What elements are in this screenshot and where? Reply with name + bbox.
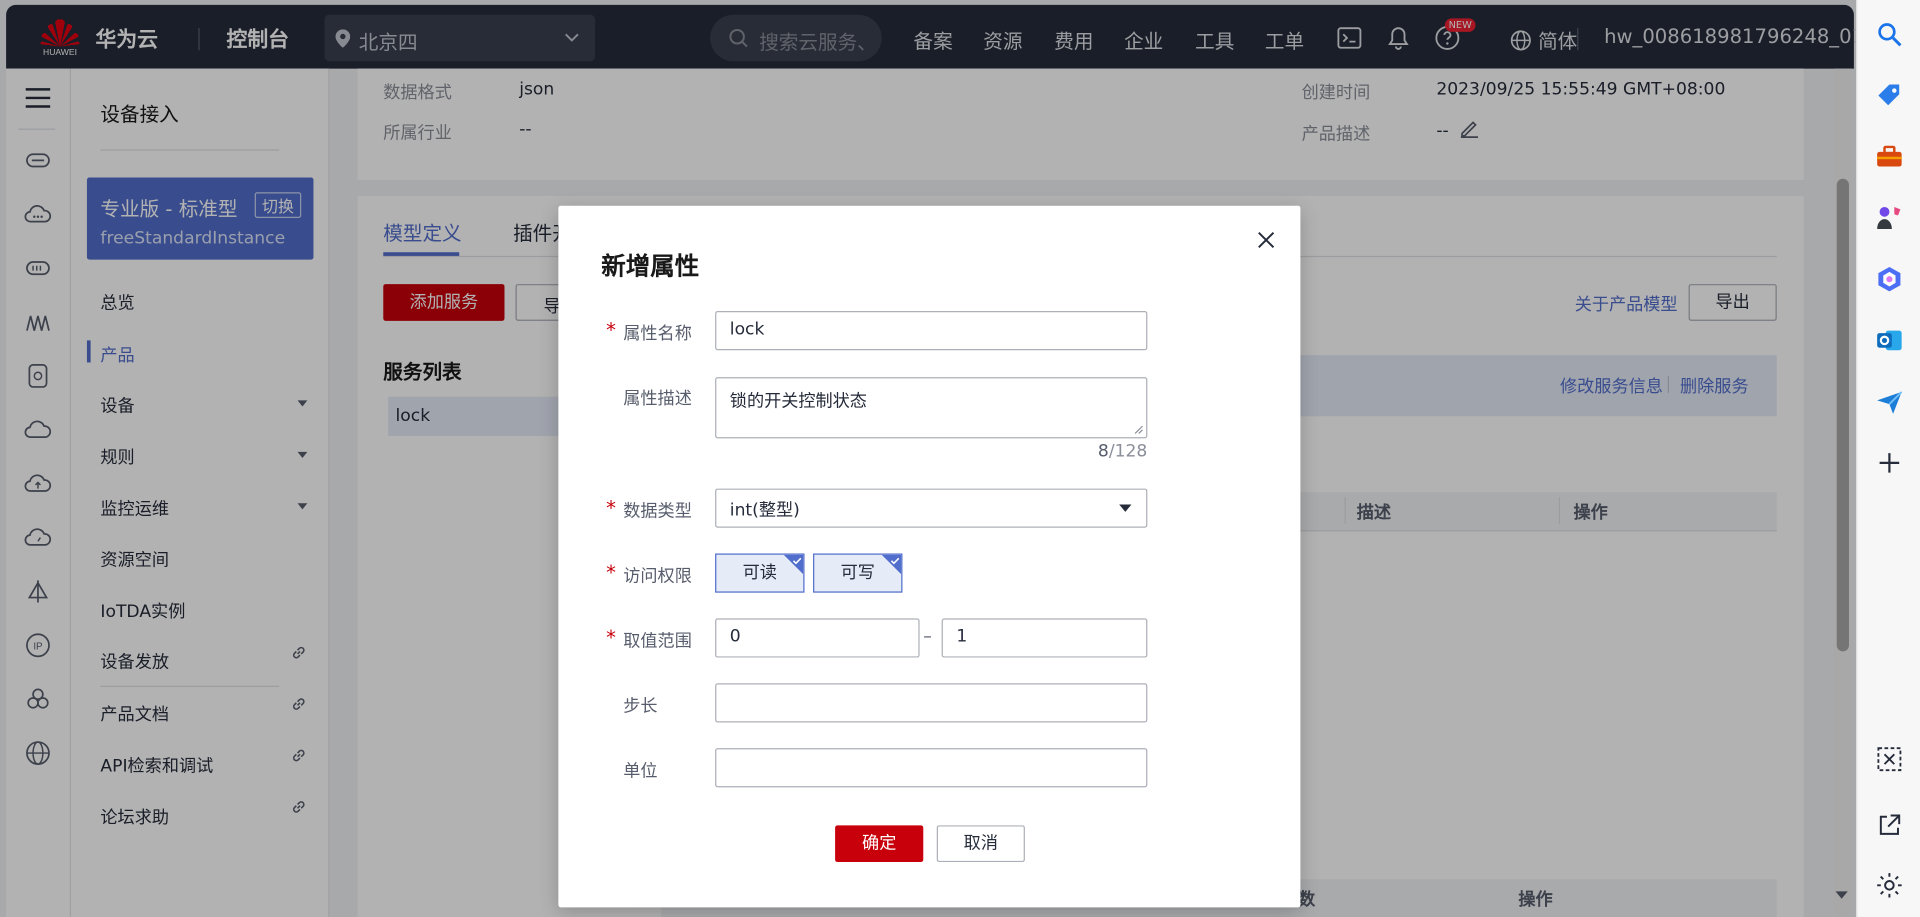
property-desc-textarea[interactable]: 锁的开关控制状态: [715, 377, 1148, 439]
char-count: 8: [1097, 442, 1109, 462]
open-external-icon[interactable]: [1875, 811, 1904, 840]
games-icon[interactable]: [1875, 203, 1904, 232]
add-icon[interactable]: [1875, 448, 1904, 477]
access-writable-label: 可写: [840, 563, 875, 583]
step-label: 步长: [623, 696, 658, 717]
access-readable-checkbox[interactable]: 可读: [715, 553, 805, 593]
step-input[interactable]: [715, 683, 1148, 723]
access-writable-checkbox[interactable]: 可写: [813, 553, 903, 593]
property-name-input[interactable]: lock: [715, 311, 1148, 351]
char-counter: 8/128: [1078, 442, 1148, 462]
data-type-label: 数据类型: [623, 502, 692, 522]
settings-gear-icon[interactable]: [1875, 871, 1904, 900]
search-icon[interactable]: [1875, 20, 1904, 49]
required-asterisk: *: [606, 495, 616, 520]
resize-grip-icon[interactable]: [1134, 425, 1144, 435]
screenshot-icon[interactable]: [1875, 744, 1904, 773]
required-asterisk: *: [606, 625, 616, 649]
access-readable-label: 可读: [742, 563, 777, 583]
char-max: /128: [1108, 442, 1148, 462]
send-icon[interactable]: [1875, 387, 1904, 416]
dialog-title: 新增属性: [601, 251, 700, 281]
required-asterisk: *: [606, 560, 616, 585]
unit-label: 单位: [623, 761, 658, 782]
checkmark-icon: [792, 557, 802, 565]
data-type-select[interactable]: int(整型): [715, 488, 1148, 528]
browser-sidebar: [1856, 0, 1920, 917]
checkmark-icon: [890, 557, 900, 565]
copilot-icon[interactable]: [1875, 264, 1904, 293]
access-label: 访问权限: [623, 566, 692, 587]
required-asterisk: *: [606, 318, 616, 342]
outlook-icon[interactable]: [1875, 326, 1904, 355]
close-icon[interactable]: [1255, 229, 1277, 251]
value-range-label: 取值范围: [623, 631, 692, 652]
confirm-button[interactable]: 确定: [835, 825, 924, 863]
property-desc-label: 属性描述: [623, 389, 692, 409]
property-name-label: 属性名称: [623, 324, 692, 345]
range-separator: –: [923, 626, 932, 647]
unit-input[interactable]: [715, 748, 1148, 788]
data-type-value: int(整型): [729, 500, 800, 521]
shopping-tag-icon[interactable]: [1875, 81, 1904, 110]
cancel-button[interactable]: 取消: [936, 825, 1025, 863]
toolbox-icon[interactable]: [1875, 142, 1904, 171]
property-desc-text: 锁的开关控制状态: [729, 391, 867, 412]
range-max-input[interactable]: 1: [941, 618, 1148, 658]
range-min-input[interactable]: 0: [715, 618, 920, 658]
dropdown-arrow-icon: [1119, 504, 1132, 512]
